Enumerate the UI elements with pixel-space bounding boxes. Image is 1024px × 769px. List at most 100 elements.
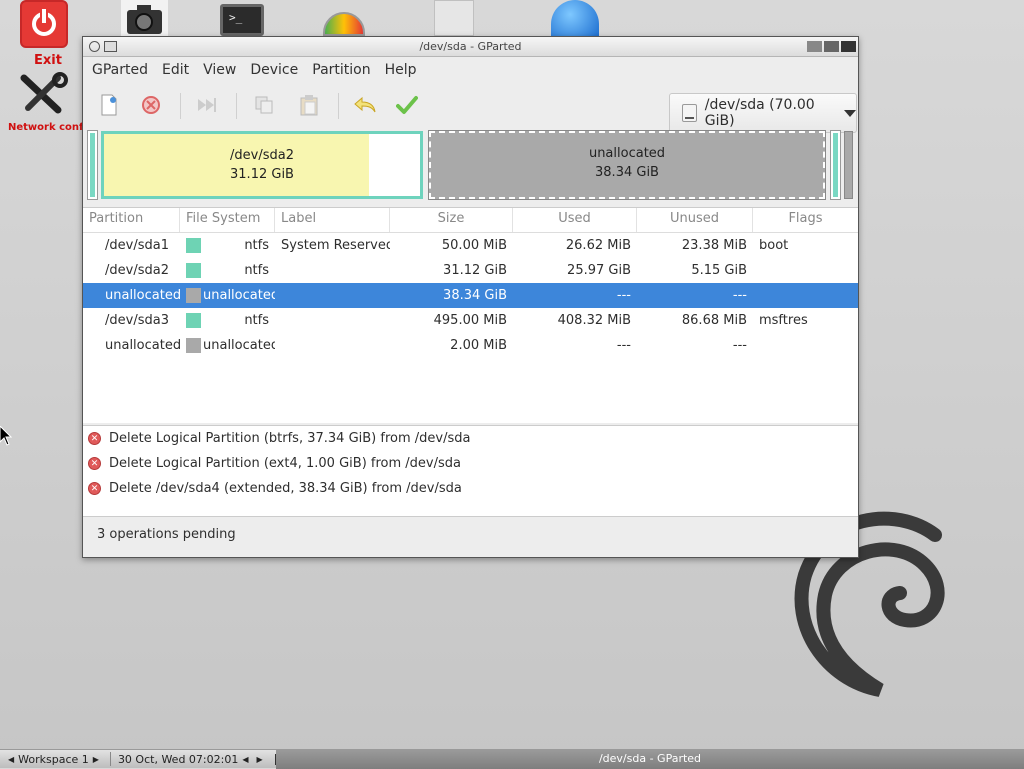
operation-item[interactable]: ✕ Delete Logical Partition (ext4, 1.00 Gi… [83, 451, 858, 476]
resize-move-icon[interactable] [193, 91, 221, 119]
gauge-icon[interactable] [323, 12, 365, 36]
close-icon[interactable] [841, 41, 856, 52]
cell-size: 495.00 MiB [433, 313, 507, 328]
pending-operations-list: ✕ Delete Logical Partition (btrfs, 37.34 … [83, 425, 858, 517]
header-partition[interactable]: Partition [83, 208, 180, 232]
camera-icon[interactable] [121, 0, 168, 36]
cell-used: --- [616, 338, 631, 353]
gparted-window: /dev/sda - GParted GParted Edit View Dev… [82, 36, 859, 558]
cell-size: 38.34 GiB [443, 288, 507, 303]
cell-file-system: ntfs [180, 313, 275, 328]
terminal-icon[interactable]: >_ [220, 4, 264, 36]
fs-name: ntfs [244, 238, 269, 253]
menu-partition[interactable]: Partition [305, 62, 377, 78]
clock-prev-icon[interactable]: ◀ [238, 755, 252, 764]
cell-file-system: unallocated [180, 338, 275, 353]
cell-flags: msftres [759, 313, 808, 328]
operation-item[interactable]: ✕ Delete Logical Partition (btrfs, 37.34 … [83, 426, 858, 451]
exit-icon[interactable] [20, 0, 68, 48]
header-label[interactable]: Label [275, 208, 390, 232]
menu-help[interactable]: Help [378, 62, 424, 78]
operation-item[interactable]: ✕ Delete /dev/sda4 (extended, 38.34 GiB) … [83, 476, 858, 501]
menu-device[interactable]: Device [243, 62, 305, 78]
paste-icon[interactable] [295, 91, 323, 119]
header-flags[interactable]: Flags [753, 208, 858, 232]
header-size[interactable]: Size [390, 208, 513, 232]
window-title: /dev/sda - GParted [419, 40, 522, 53]
menu-view[interactable]: View [196, 62, 243, 78]
cell-partition: unallocated [105, 288, 180, 303]
apply-icon[interactable] [393, 91, 421, 119]
cell-size: 31.12 GiB [443, 263, 507, 278]
workspace-next-icon[interactable]: ▶ [89, 755, 103, 764]
cell-file-system: ntfs [180, 238, 275, 253]
fs-color-swatch [186, 288, 201, 303]
chevron-down-icon [844, 109, 856, 117]
header-unused[interactable]: Unused [637, 208, 753, 232]
header-file-system[interactable]: File System [180, 208, 275, 232]
undo-icon[interactable] [351, 91, 379, 119]
table-row[interactable]: /dev/sda1 ntfs System Reserved 50.00 MiB… [83, 233, 858, 258]
diskmap-sda2-size: 31.12 GiB [230, 167, 294, 182]
table-row[interactable]: unallocated unallocated 2.00 MiB --- --- [83, 333, 858, 358]
operation-text: Delete Logical Partition (btrfs, 37.34 G… [109, 431, 471, 446]
cell-unused: --- [732, 288, 747, 303]
fs-name: ntfs [244, 313, 269, 328]
cell-unused: 5.15 GiB [691, 263, 747, 278]
status-bar-text: 3 operations pending [97, 527, 236, 542]
cell-file-system: ntfs [180, 263, 275, 278]
exit-label[interactable]: Exit [34, 53, 62, 68]
cell-unused: 86.68 MiB [681, 313, 747, 328]
diskmap-sda3-block[interactable] [830, 130, 841, 200]
operation-text: Delete Logical Partition (ext4, 1.00 GiB… [109, 456, 461, 471]
diskmap-unallocated-tail-block[interactable] [844, 131, 853, 199]
network-config-label[interactable]: Network config [8, 122, 94, 133]
diskmap-unallocated-name: unallocated [588, 146, 666, 161]
cell-used: 25.97 GiB [567, 263, 631, 278]
delete-icon[interactable] [137, 91, 165, 119]
taskbar-task-gparted[interactable]: /dev/sda - GParted [276, 750, 1024, 769]
header-used[interactable]: Used [513, 208, 637, 232]
menu-gparted[interactable]: GParted [85, 62, 155, 78]
clock-next-icon[interactable]: ▶ [252, 755, 266, 764]
title-bar[interactable]: /dev/sda - GParted [83, 37, 858, 57]
workspace-prev-icon[interactable]: ◀ [4, 755, 18, 764]
file-icon[interactable] [434, 0, 474, 36]
device-selector[interactable]: /dev/sda (70.00 GiB) [669, 93, 857, 133]
delete-operation-icon: ✕ [88, 482, 101, 495]
disk-map: /dev/sda2 31.12 GiB unallocated 38.34 Gi… [87, 130, 854, 200]
cell-used: --- [616, 288, 631, 303]
copy-icon[interactable] [250, 91, 278, 119]
cell-used: 26.62 MiB [565, 238, 631, 253]
network-config-icon[interactable] [18, 72, 70, 116]
operation-text: Delete /dev/sda4 (extended, 38.34 GiB) f… [109, 481, 462, 496]
diskmap-unallocated-size: 38.34 GiB [595, 165, 659, 180]
cell-file-system: unallocated [180, 288, 275, 303]
fs-color-swatch [186, 238, 201, 253]
table-row-selected[interactable]: unallocated unallocated 38.34 GiB --- --… [83, 283, 858, 308]
minimize-icon[interactable] [807, 41, 822, 52]
workspace-label[interactable]: Workspace 1 [18, 753, 89, 766]
cell-partition: unallocated [105, 338, 180, 353]
toolbar: /dev/sda (70.00 GiB) [83, 83, 858, 133]
clock[interactable]: 30 Oct, Wed 07:02:01 [118, 753, 238, 766]
maximize-icon[interactable] [824, 41, 839, 52]
diskmap-unallocated-block[interactable]: unallocated 38.34 GiB [428, 130, 826, 200]
cell-partition: /dev/sda2 [105, 263, 169, 278]
fs-name: unallocated [203, 288, 275, 303]
new-icon[interactable] [95, 91, 123, 119]
cell-used: 408.32 MiB [557, 313, 631, 328]
diskmap-sda1-block[interactable] [87, 130, 98, 200]
menu-edit[interactable]: Edit [155, 62, 196, 78]
diskmap-sda2-block[interactable]: /dev/sda2 31.12 GiB [101, 131, 423, 199]
cell-size: 50.00 MiB [441, 238, 507, 253]
fs-name: unallocated [203, 338, 275, 353]
diskmap-sda2-name: /dev/sda2 [230, 148, 294, 163]
cell-flags: boot [759, 238, 789, 253]
delete-operation-icon: ✕ [88, 457, 101, 470]
cell-partition: /dev/sda3 [105, 313, 169, 328]
globe-icon[interactable] [551, 0, 599, 36]
table-row[interactable]: /dev/sda2 ntfs 31.12 GiB 25.97 GiB 5.15 … [83, 258, 858, 283]
table-row[interactable]: /dev/sda3 ntfs 495.00 MiB 408.32 MiB 86.… [83, 308, 858, 333]
fs-color-swatch [186, 263, 201, 278]
